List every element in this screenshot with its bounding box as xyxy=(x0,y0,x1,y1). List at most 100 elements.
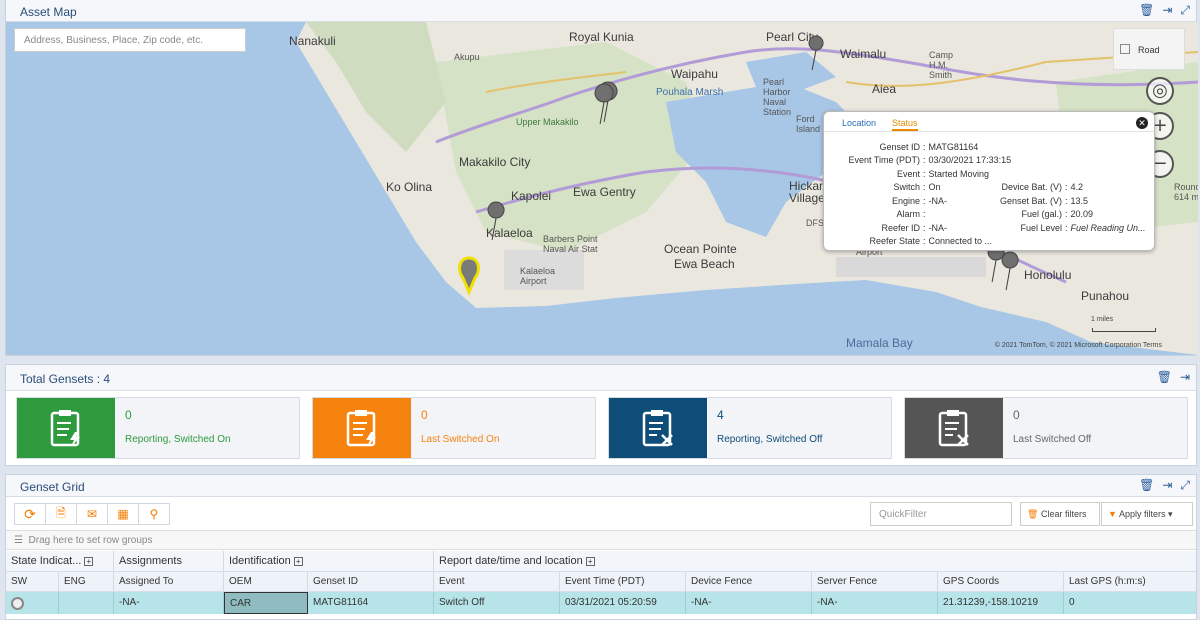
quickfilter-input[interactable]: QuickFilter xyxy=(870,502,1012,526)
group-header-identification[interactable]: Identification + xyxy=(224,551,434,571)
popup-label: Genset ID xyxy=(879,142,920,152)
cell-event: Switch Off xyxy=(434,592,560,614)
columns-button[interactable]: ▦ xyxy=(107,503,139,525)
popup-value: Started Moving xyxy=(928,169,990,179)
map-label-elevation: Round 614 m xyxy=(1174,182,1198,202)
map-label-ocean-pointe: Ocean Pointe xyxy=(664,242,737,256)
card-count: 0 xyxy=(421,408,428,422)
cell-gps-coords: 21.31239,-158.10219 xyxy=(938,592,1064,614)
power-icon xyxy=(11,597,24,610)
popup-label: Reefer State xyxy=(869,236,920,246)
expand-icon[interactable]: ⤢ xyxy=(1180,3,1190,18)
cell-sw xyxy=(6,592,59,614)
asset-map-header: Asset Map 🗑 ⇥ ⤢ xyxy=(6,0,1196,22)
group-header-assignments[interactable]: Assignments xyxy=(114,551,224,571)
expand-icon[interactable]: ⤢ xyxy=(1180,478,1190,493)
pin-icon[interactable]: ⇥ xyxy=(1162,478,1172,493)
close-icon[interactable]: ✕ xyxy=(1136,117,1148,129)
road-label: Road xyxy=(1138,45,1160,55)
popup-value: -NA- xyxy=(928,196,948,206)
column-header-gps-coords[interactable]: GPS Coords xyxy=(938,572,1064,591)
expand-icon[interactable]: + xyxy=(585,557,595,566)
map-label-pouhala-marsh: Pouhala Marsh xyxy=(656,87,724,98)
group-header-report[interactable]: Report date/time and location + xyxy=(434,551,1196,571)
trash-icon[interactable]: 🗑 xyxy=(1157,370,1172,384)
pin-icon[interactable]: ⇥ xyxy=(1162,3,1172,18)
apply-filters-button[interactable]: ▼ Apply filters ▾ xyxy=(1101,502,1193,526)
map-label-aiea: Aiea xyxy=(872,82,897,96)
locate-icon[interactable]: ◎ xyxy=(1146,77,1174,105)
scale-bar xyxy=(1092,328,1156,332)
column-header-device-fence[interactable]: Device Fence xyxy=(686,572,812,591)
column-header-genset-id[interactable]: Genset ID xyxy=(308,572,434,591)
card-count: 4 xyxy=(717,408,724,422)
expand-icon[interactable]: + xyxy=(293,557,303,566)
map-label-ewa-gentry: Ewa Gentry xyxy=(573,185,636,199)
refresh-button[interactable]: ⟳ xyxy=(14,503,46,525)
map-canvas[interactable]: Nanakuli Royal Kunia Pearl City Waimalu … xyxy=(6,22,1198,355)
map-label-kapolei: Kapolei xyxy=(511,189,552,203)
trash-icon[interactable]: 🗑 xyxy=(1139,3,1154,18)
email-button[interactable]: ✉ xyxy=(76,503,108,525)
column-header-oem[interactable]: OEM xyxy=(224,572,308,591)
popup-label: Event xyxy=(896,169,920,179)
popup-value: 20.09 xyxy=(1070,209,1094,219)
card-count: 0 xyxy=(1013,408,1020,422)
map-label-punahou: Punahou xyxy=(1081,289,1130,303)
card-reporting-switched-off[interactable]: 4 Reporting, Switched Off xyxy=(608,397,892,459)
map-view-button[interactable]: ⚲ xyxy=(138,503,170,525)
card-last-switched-on[interactable]: 0 Last Switched On xyxy=(312,397,596,459)
tab-status[interactable]: Status xyxy=(892,118,918,131)
column-header-row: SW ENG Assigned To OEM Genset ID Event E… xyxy=(6,572,1196,592)
map-label-ko-olina: Ko Olina xyxy=(386,180,433,194)
export-pdf-button[interactable]: 🗎 xyxy=(45,503,77,525)
genset-grid-header: Genset Grid 🗑 ⇥ ⤢ xyxy=(6,475,1196,497)
road-style-toggle[interactable]: Road xyxy=(1113,28,1185,70)
trash-icon[interactable]: 🗑 xyxy=(1139,478,1154,493)
clear-filters-label: Clear filters xyxy=(1040,509,1087,519)
row-group-drop-zone[interactable]: ☰ Drag here to set row groups xyxy=(6,530,1196,550)
column-header-event-time[interactable]: Event Time (PDT) xyxy=(560,572,686,591)
map-label-waimalu: Waimalu xyxy=(840,47,887,61)
expand-icon[interactable]: + xyxy=(84,557,94,566)
group-header-label: State Indicat... xyxy=(11,555,82,567)
map-label-honolulu: Honolulu xyxy=(1024,268,1072,282)
map-label-royal-kunia: Royal Kunia xyxy=(569,30,634,44)
popup-value: On xyxy=(928,182,941,192)
pin-icon[interactable]: ⇥ xyxy=(1180,370,1190,384)
map-search-input[interactable]: Address, Business, Place, Zip code, etc. xyxy=(14,28,246,52)
card-label: Reporting, Switched Off xyxy=(717,434,823,445)
group-header-state[interactable]: State Indicat... + xyxy=(6,551,114,571)
genset-grid-title: Genset Grid xyxy=(20,480,85,494)
table-row[interactable]: -NA- CAR MATG81164 Switch Off 03/31/2021… xyxy=(6,592,1196,614)
column-header-last-gps[interactable]: Last GPS (h:m:s) xyxy=(1064,572,1196,591)
map-label-dfs: DFS xyxy=(806,218,824,228)
map-label-makakilo-city: Makakilo City xyxy=(459,155,531,169)
column-header-server-fence[interactable]: Server Fence xyxy=(812,572,938,591)
asset-map-panel: Asset Map 🗑 ⇥ ⤢ Nanakuli Royal Kunia Pea… xyxy=(5,0,1198,356)
refresh-icon: ⟳ xyxy=(24,505,36,522)
card-label: Last Switched On xyxy=(421,434,500,445)
clipboard-unplug-icon xyxy=(609,398,707,458)
popup-label: Device Bat. (V) xyxy=(1001,182,1062,192)
popup-value: 03/30/2021 17:33:15 xyxy=(928,155,1012,165)
column-header-assigned-to[interactable]: Assigned To xyxy=(114,572,224,591)
cell-assigned-to: -NA- xyxy=(114,592,224,614)
chevron-down-icon: ▾ xyxy=(1167,509,1173,519)
popup-label: Event Time (PDT) xyxy=(848,155,920,165)
map-attribution[interactable]: © 2021 TomTom, © 2021 Microsoft Corporat… xyxy=(995,342,1162,349)
map-label-ford-island: Ford Island xyxy=(796,114,821,134)
card-last-switched-off[interactable]: 0 Last Switched Off xyxy=(904,397,1188,459)
column-header-eng[interactable]: ENG xyxy=(59,572,114,591)
column-header-event[interactable]: Event xyxy=(434,572,560,591)
popup-value: -NA- xyxy=(928,223,948,233)
card-label: Reporting, Switched On xyxy=(125,434,231,445)
cell-oem[interactable]: CAR xyxy=(224,592,308,614)
asset-map-title: Asset Map xyxy=(20,5,77,19)
column-group-header-row: State Indicat... + Assignments Identifica… xyxy=(6,551,1196,572)
clear-filters-button[interactable]: 🗑 Clear filters xyxy=(1020,502,1100,526)
tab-location[interactable]: Location xyxy=(842,118,876,131)
column-header-sw[interactable]: SW xyxy=(6,572,59,591)
popup-label: Fuel Level xyxy=(1020,223,1062,233)
card-reporting-switched-on[interactable]: 0 Reporting, Switched On xyxy=(16,397,300,459)
